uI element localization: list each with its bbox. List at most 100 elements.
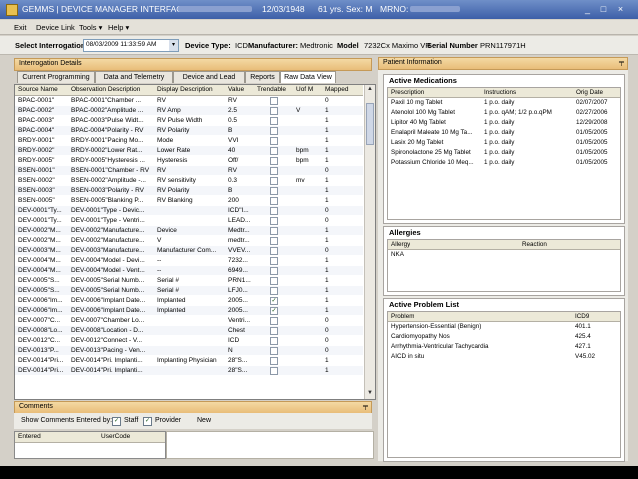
problem-row[interactable]: AICD in situ V45.02 — [388, 352, 620, 361]
scroll-thumb[interactable] — [366, 103, 374, 145]
trendable-checkbox[interactable] — [270, 117, 278, 125]
table-row[interactable]: DEV-0006"Im... DEV-0006"Implant Date... Im… — [15, 306, 363, 315]
trendable-checkbox[interactable] — [270, 167, 278, 175]
trendable-checkbox[interactable] — [270, 337, 278, 345]
medication-row[interactable]: Lipitor 40 Mg Tablet 1 p.o. daily 12/29/20… — [388, 118, 620, 127]
table-row[interactable]: DEV-0003"M... DEV-0003"Manufacture... Manu… — [15, 246, 363, 255]
table-row[interactable]: DEV-0012"C... DEV-0012"Connect - V... ICD 0 — [15, 336, 363, 345]
table-row[interactable]: DEV-0001"Ty... DEV-0001"Type - Devic... IC… — [15, 206, 363, 215]
col-mapped[interactable]: Mapped — [325, 86, 359, 93]
col-value[interactable]: Value — [228, 86, 254, 93]
menu-help[interactable]: Help ▾ — [108, 23, 129, 32]
trendable-checkbox[interactable] — [270, 267, 278, 275]
table-row[interactable]: DEV-0004"M... DEV-0004"Model - Vent... -- 6… — [15, 266, 363, 275]
table-row[interactable]: DEV-0007"C... DEV-0007"Chamber Lo... Ventr… — [15, 316, 363, 325]
table-row[interactable]: BRDY-0001" BRDY-0001"Pacing Mo... Mode VVI 1 — [15, 136, 363, 145]
tab-device-and-lead[interactable]: Device and Lead — [173, 71, 245, 83]
table-row[interactable]: BSEN-0002" BSEN-0002"Amplitude -... RV sen… — [15, 176, 363, 185]
trendable-checkbox[interactable] — [270, 97, 278, 105]
trendable-checkbox[interactable] — [270, 107, 278, 115]
staff-checkbox[interactable]: ✓ — [112, 417, 121, 426]
menu-exit[interactable]: Exit — [14, 23, 27, 32]
col-entered[interactable]: Entered — [18, 433, 41, 440]
col-uom[interactable]: Uof M — [296, 86, 322, 93]
trendable-checkbox[interactable] — [270, 207, 278, 215]
col-allergy[interactable]: Allergy — [391, 241, 410, 248]
pin-icon[interactable]: ╤ — [619, 59, 624, 66]
medication-row[interactable]: Paxil 10 mg Tablet 1 p.o. daily 02/07/2007 — [388, 98, 620, 107]
trendable-checkbox[interactable]: ✓ — [270, 297, 278, 305]
table-row[interactable]: BRDY-0002" BRDY-0002"Lower Rat... Lower Ra… — [15, 146, 363, 155]
table-row[interactable]: BPAC-0002" BPAC-0002"Amplitude ... RV Amp 2… — [15, 106, 363, 115]
col-instructions[interactable]: Instructions — [484, 89, 516, 96]
trendable-checkbox[interactable] — [270, 217, 278, 225]
trendable-checkbox[interactable] — [270, 227, 278, 235]
col-prescription[interactable]: Prescription — [391, 89, 424, 96]
col-trendable[interactable]: Trendable — [257, 86, 293, 93]
allergy-row[interactable]: NKA — [388, 250, 620, 259]
table-row[interactable]: DEV-0006"Im... DEV-0006"Implant Date... Im… — [15, 296, 363, 305]
minimize-icon[interactable]: _ — [581, 3, 594, 15]
tab-current-programming[interactable]: Current Programming — [17, 71, 95, 83]
table-row[interactable]: BSEN-0001" BSEN-0001"Chamber - RV RV RV 0 — [15, 166, 363, 175]
maximize-icon[interactable]: □ — [597, 3, 610, 15]
table-row[interactable]: BSEN-0003" BSEN-0003"Polarity - RV RV Pola… — [15, 186, 363, 195]
trendable-checkbox[interactable] — [270, 287, 278, 295]
table-row[interactable]: BPAC-0001" BPAC-0001"Chamber ... RV RV 0 — [15, 96, 363, 105]
table-row[interactable]: DEV-0005"S... DEV-0005"Serial Numb... Seri… — [15, 276, 363, 285]
medication-row[interactable]: Atenolol 100 Mg Tablet 1 p.o. qAM; 1/2 p.… — [388, 108, 620, 117]
table-row[interactable]: DEV-0013"P... DEV-0013"Pacing - Ven... N 0 — [15, 346, 363, 355]
table-row[interactable]: DEV-0014"Pri... DEV-0014"Pri. Implanti...… — [15, 366, 363, 375]
trendable-checkbox[interactable] — [270, 247, 278, 255]
trendable-checkbox[interactable] — [270, 277, 278, 285]
table-row[interactable]: DEV-0002"M... DEV-0002"Manufacture... Vmed… — [15, 236, 363, 245]
problem-row[interactable]: Arrhythmia-Ventricular Tachycardia 427.1 — [388, 342, 620, 351]
table-row[interactable]: DEV-0005"S... DEV-0005"Serial Numb... Seri… — [15, 286, 363, 295]
trendable-checkbox[interactable] — [270, 327, 278, 335]
trendable-checkbox[interactable]: ✓ — [270, 307, 278, 315]
scroll-up-icon[interactable]: ▲ — [365, 85, 375, 94]
trendable-checkbox[interactable] — [270, 197, 278, 205]
table-row[interactable]: DEV-0014"Pri... DEV-0014"Pri. Implanti...… — [15, 356, 363, 365]
col-observation-description[interactable]: Observation Description — [71, 86, 153, 93]
interrogation-select[interactable]: 08/03/2009 11:33:59 AM ▾ — [83, 39, 179, 52]
trendable-checkbox[interactable] — [270, 357, 278, 365]
trendable-checkbox[interactable] — [270, 157, 278, 165]
trendable-checkbox[interactable] — [270, 257, 278, 265]
table-row[interactable]: DEV-0002"M... DEV-0002"Manufacture... Devi… — [15, 226, 363, 235]
scroll-down-icon[interactable]: ▼ — [365, 389, 375, 398]
table-row[interactable]: BSEN-0005" BSEN-0005"Blanking P... RV Blan… — [15, 196, 363, 205]
col-usercode[interactable]: UserCode — [101, 433, 130, 440]
tab-raw-data-view[interactable]: Raw Data View — [280, 71, 336, 83]
close-icon[interactable]: × — [614, 3, 627, 15]
col-icd9[interactable]: ICD9 — [575, 313, 589, 320]
trendable-checkbox[interactable] — [270, 137, 278, 145]
new-comment-button[interactable]: New — [197, 417, 211, 424]
medication-row[interactable]: Potassium Chloride 10 Meq... 1 p.o. daily… — [388, 158, 620, 167]
trendable-checkbox[interactable] — [270, 127, 278, 135]
table-row[interactable]: DEV-0004"M... DEV-0004"Model - Devi... -- 7… — [15, 256, 363, 265]
trendable-checkbox[interactable] — [270, 177, 278, 185]
menu-device-link[interactable]: Device Link — [36, 23, 75, 32]
tab-data-and-telemetry[interactable]: Data and Telemetry — [95, 71, 173, 83]
trendable-checkbox[interactable] — [270, 367, 278, 375]
trendable-checkbox[interactable] — [270, 147, 278, 155]
menu-tools[interactable]: Tools ▾ — [79, 23, 102, 32]
trendable-checkbox[interactable] — [270, 347, 278, 355]
table-row[interactable]: DEV-0001"Ty... DEV-0001"Type - Ventri... L… — [15, 216, 363, 225]
medication-row[interactable]: Lasix 20 Mg Tablet 1 p.o. daily 01/05/2005 — [388, 138, 620, 147]
comment-text-area[interactable] — [166, 431, 374, 459]
table-row[interactable]: BRDY-0005" BRDY-0005"Hysteresis ... Hyster… — [15, 156, 363, 165]
col-source-name[interactable]: Source Name — [18, 86, 68, 93]
table-row[interactable]: BPAC-0003" BPAC-0003"Pulse Widt... RV Puls… — [15, 116, 363, 125]
chevron-down-icon[interactable]: ▾ — [169, 40, 178, 51]
trendable-checkbox[interactable] — [270, 237, 278, 245]
problem-row[interactable]: Hypertension-Essential (Benign) 401.1 — [388, 322, 620, 331]
pin-icon[interactable]: ╤ — [363, 403, 368, 410]
medication-row[interactable]: Enalapril Maleate 10 Mg Ta... 1 p.o. dail… — [388, 128, 620, 137]
provider-checkbox[interactable]: ✓ — [143, 417, 152, 426]
col-orig-date[interactable]: Orig Date — [576, 89, 603, 96]
col-display-description[interactable]: Display Description — [157, 86, 225, 93]
trendable-checkbox[interactable] — [270, 187, 278, 195]
table-row[interactable]: DEV-0008"Lo... DEV-0008"Location - D... Ch… — [15, 326, 363, 335]
